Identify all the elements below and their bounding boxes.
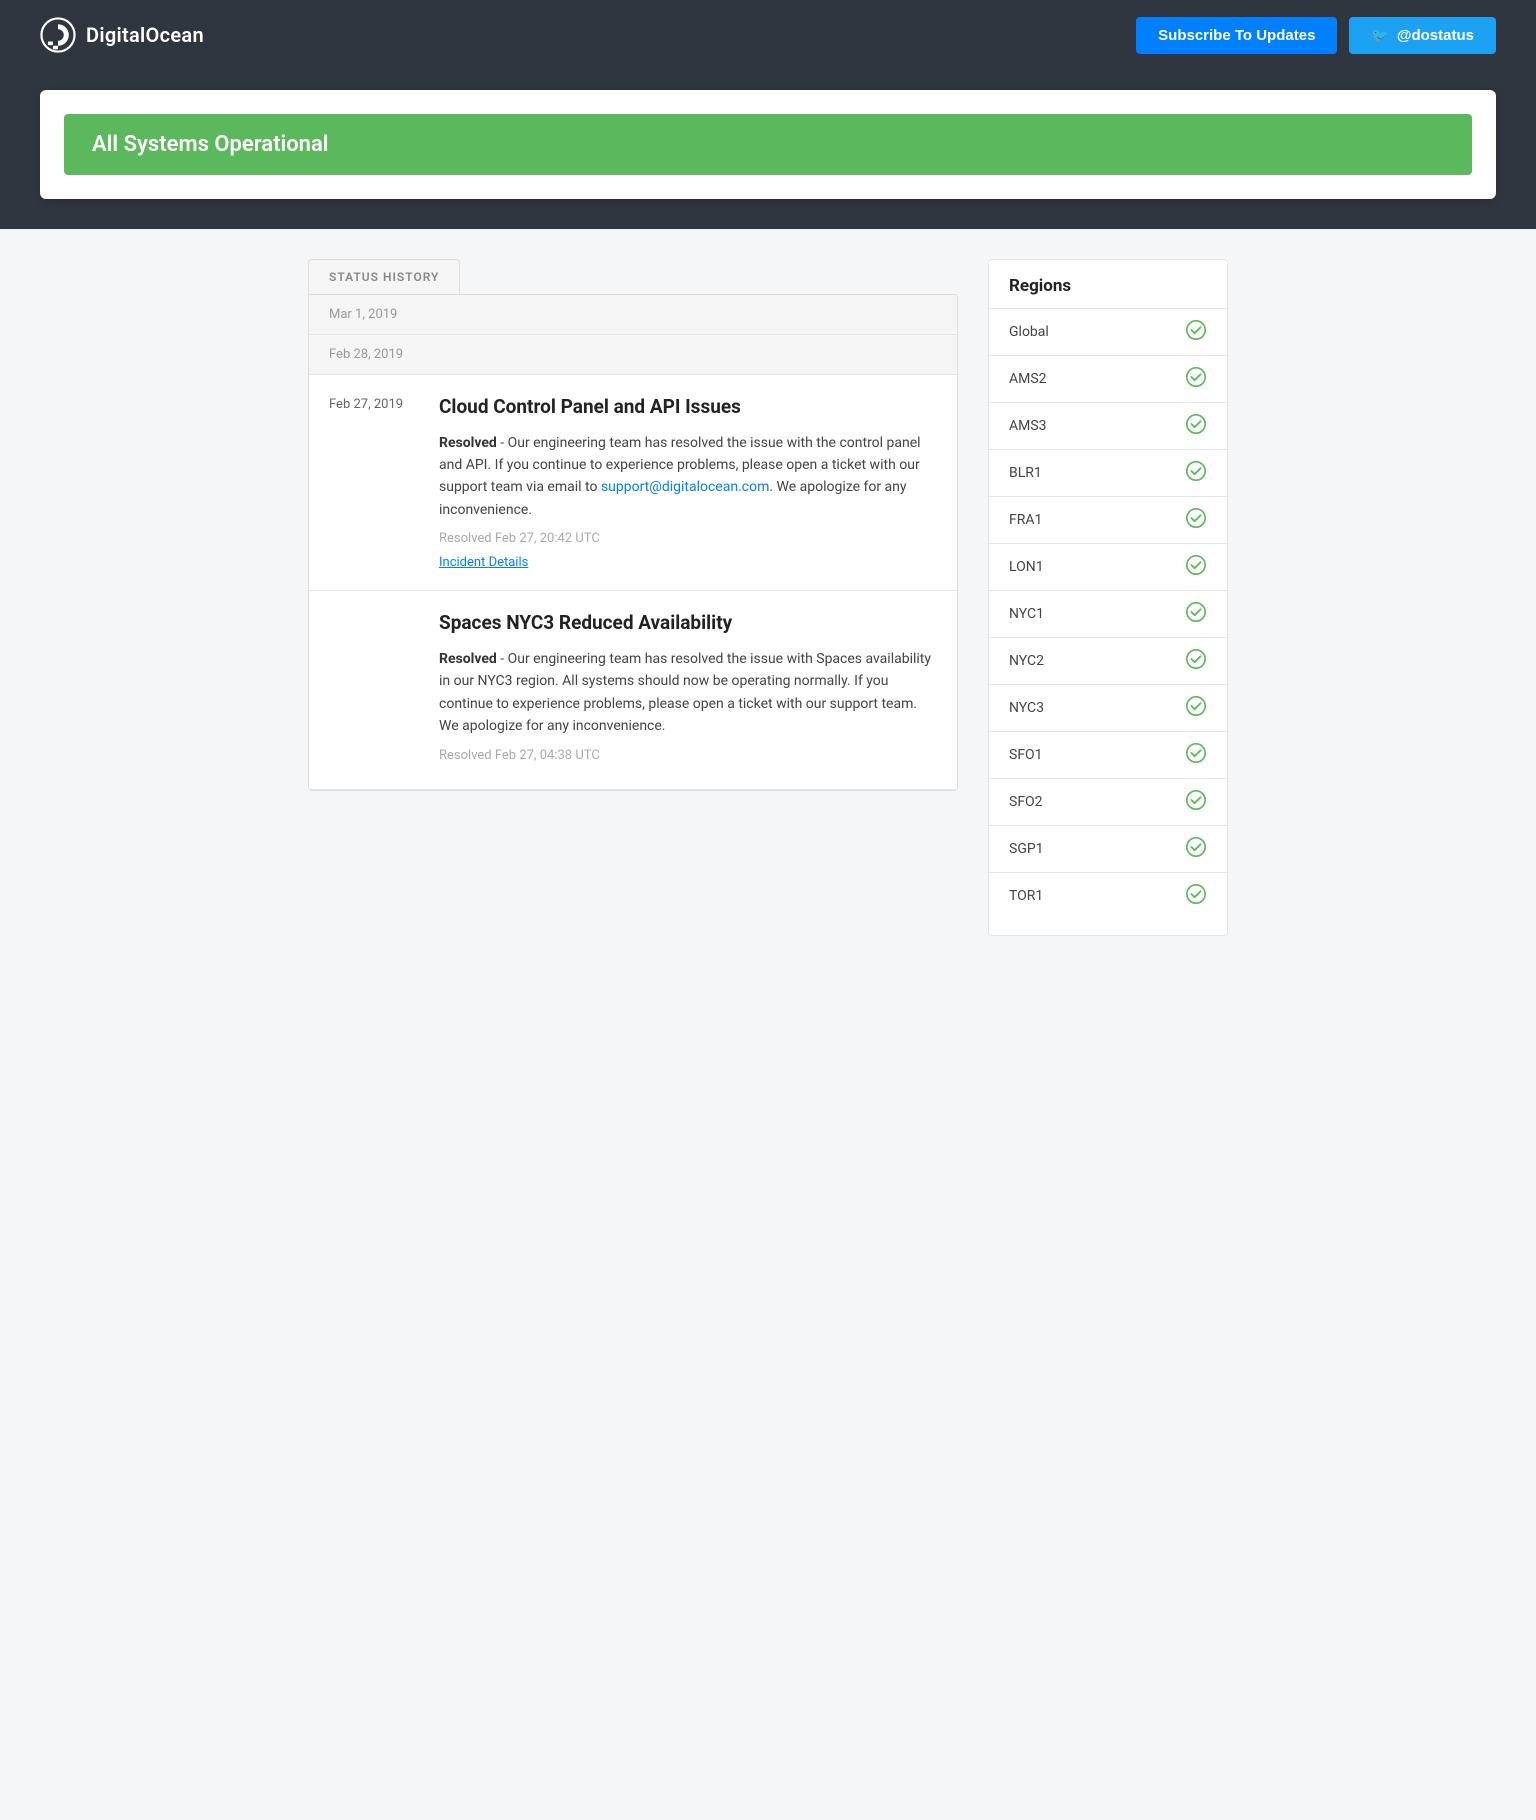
region-status-icon [1185,319,1207,345]
incident-spaces-nyc3: Spaces NYC3 Reduced Availability Resolve… [309,591,957,789]
incident-2-title: Spaces NYC3 Reduced Availability [439,611,937,636]
region-status-icon [1185,742,1207,768]
incident-2-content: Spaces NYC3 Reduced Availability Resolve… [439,611,937,768]
region-row: AMS2 [989,355,1227,402]
date-feb28: Feb 28, 2019 [329,347,403,362]
region-name: AMS2 [1009,371,1047,387]
incident-1-resolved-time: Resolved Feb 27, 20:42 UTC [439,531,937,546]
logo-text: DigitalOcean [86,23,204,47]
incident-1-status: Resolved [439,435,497,451]
region-name: Global [1009,324,1049,340]
region-status-icon [1185,883,1207,909]
region-row: SFO1 [989,731,1227,778]
twitter-button[interactable]: 🐦 @dostatus [1349,17,1496,54]
incident-1-email-link[interactable]: support@digitalocean.com [601,479,769,495]
region-status-icon [1185,413,1207,439]
region-status-icon [1185,648,1207,674]
incident-1-date: Feb 27, 2019 [329,395,419,570]
incident-1-details-link[interactable]: Incident Details [439,555,528,570]
date-row-feb28: Feb 28, 2019 [309,335,957,375]
region-status-icon [1185,554,1207,580]
region-name: BLR1 [1009,465,1042,481]
incident-2-body: Resolved - Our engineering team has reso… [439,648,937,738]
region-name: SFO2 [1009,794,1043,810]
region-name: AMS3 [1009,418,1047,434]
header-actions: Subscribe To Updates 🐦 @dostatus [1136,17,1496,54]
region-status-icon [1185,460,1207,486]
twitter-label: @dostatus [1397,27,1474,44]
region-name: NYC3 [1009,700,1044,716]
region-status-icon [1185,507,1207,533]
main-content: STATUS HISTORY Mar 1, 2019 Feb 28, 2019 … [268,259,1268,936]
status-message: All Systems Operational [92,132,328,157]
region-row: FRA1 [989,496,1227,543]
site-header: DigitalOcean Subscribe To Updates 🐦 @dos… [0,0,1536,70]
digitalocean-logo-icon [40,17,76,53]
incident-2-text: - Our engineering team has resolved the … [439,651,931,734]
region-row: AMS3 [989,402,1227,449]
history-tab: STATUS HISTORY [308,259,460,294]
region-name: SGP1 [1009,841,1044,857]
incident-2-date [329,611,419,768]
date-mar1: Mar 1, 2019 [329,307,397,322]
logo: DigitalOcean [40,17,204,53]
region-name: NYC1 [1009,606,1044,622]
history-section: STATUS HISTORY Mar 1, 2019 Feb 28, 2019 … [308,259,958,791]
region-name: FRA1 [1009,512,1042,528]
status-green-bar: All Systems Operational [64,114,1472,175]
regions-section: Regions Global AMS2 AMS3 BLR1 FRA1 LON1 … [988,259,1228,936]
region-status-icon [1185,366,1207,392]
region-name: SFO1 [1009,747,1043,763]
incident-cloud-control: Feb 27, 2019 Cloud Control Panel and API… [309,375,957,591]
region-name: LON1 [1009,559,1044,575]
incident-1-title: Cloud Control Panel and API Issues [439,395,937,420]
regions-list: Global AMS2 AMS3 BLR1 FRA1 LON1 NYC1 NYC… [989,308,1227,919]
incident-1-content: Cloud Control Panel and API Issues Resol… [439,395,937,570]
incident-2-resolved-time: Resolved Feb 27, 04:38 UTC [439,748,937,763]
region-name: NYC2 [1009,653,1044,669]
region-row: TOR1 [989,872,1227,919]
region-row: SGP1 [989,825,1227,872]
region-row: BLR1 [989,449,1227,496]
history-body: Mar 1, 2019 Feb 28, 2019 Feb 27, 2019 Cl… [308,294,958,791]
region-row: LON1 [989,543,1227,590]
region-row: NYC2 [989,637,1227,684]
region-status-icon [1185,836,1207,862]
incident-2-status: Resolved [439,651,497,667]
region-status-icon [1185,789,1207,815]
region-name: TOR1 [1009,888,1043,904]
region-status-icon [1185,601,1207,627]
region-row: NYC3 [989,684,1227,731]
incident-1-body: Resolved - Our engineering team has reso… [439,432,937,522]
regions-title: Regions [989,276,1227,308]
status-banner-card: All Systems Operational [40,90,1496,199]
region-row: NYC1 [989,590,1227,637]
status-banner-wrapper: All Systems Operational [0,70,1536,229]
region-row: SFO2 [989,778,1227,825]
subscribe-button[interactable]: Subscribe To Updates [1136,17,1337,54]
region-status-icon [1185,695,1207,721]
region-row: Global [989,308,1227,355]
date-row-mar1: Mar 1, 2019 [309,295,957,335]
twitter-icon: 🐦 [1371,27,1388,44]
